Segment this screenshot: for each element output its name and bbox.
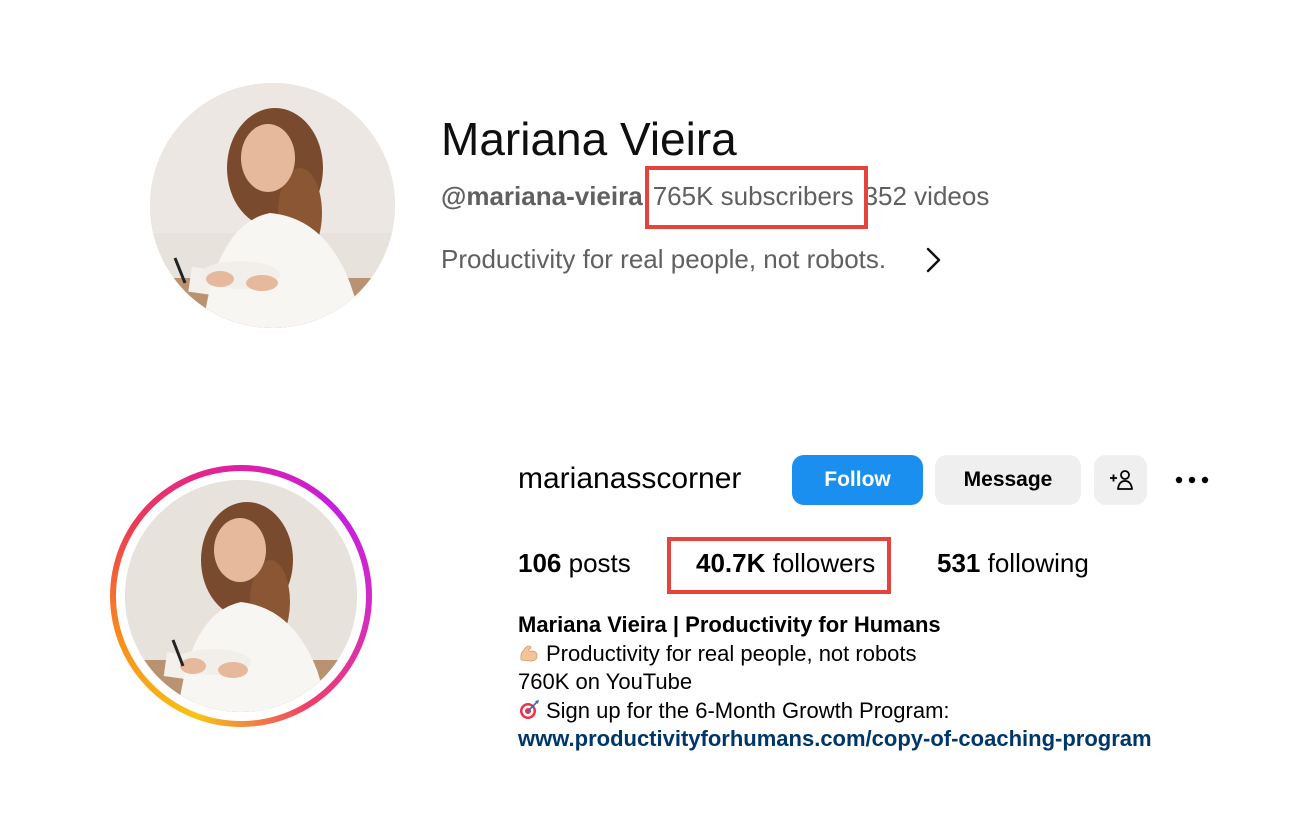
subscribers-highlight-box xyxy=(645,166,868,229)
posts-label: posts xyxy=(568,548,631,578)
channel-handle[interactable]: @mariana-vieira xyxy=(441,181,643,211)
direct-hit-emoji xyxy=(518,699,540,721)
bio-line-3: Sign up for the 6-Month Growth Program: xyxy=(518,697,1152,726)
follow-button[interactable]: Follow xyxy=(792,455,923,505)
bio-line-1: Productivity for real people, not robots xyxy=(518,640,1152,669)
youtube-avatar[interactable] xyxy=(150,83,395,328)
profile-photo xyxy=(150,83,395,328)
followers-highlight-box xyxy=(667,537,891,594)
instagram-avatar[interactable] xyxy=(125,480,357,712)
channel-description[interactable]: Productivity for real people, not robots… xyxy=(441,244,886,275)
more-options-icon[interactable] xyxy=(1172,470,1212,490)
bio-line-2: 760K on YouTube xyxy=(518,669,693,694)
channel-name: Mariana Vieira xyxy=(441,113,737,165)
profile-photo xyxy=(125,480,357,712)
posts-count: 106 xyxy=(518,548,562,578)
chevron-right-icon[interactable] xyxy=(918,244,948,276)
posts-stat: 106 posts xyxy=(518,548,631,579)
bio-link[interactable]: www.productivityforhumans.com/copy-of-co… xyxy=(518,725,1152,754)
bio-name: Mariana Vieira | Productivity for Humans xyxy=(518,612,941,637)
profile-bio: Mariana Vieira | Productivity for Humans… xyxy=(518,611,1152,754)
add-user-icon xyxy=(1109,470,1133,490)
instagram-username: marianasscorner xyxy=(518,462,742,495)
video-count: 352 videos xyxy=(863,181,990,211)
following-stat[interactable]: 531 following xyxy=(937,548,1089,579)
add-user-button[interactable] xyxy=(1094,455,1147,505)
message-button[interactable]: Message xyxy=(935,455,1081,505)
bio-line-1-text: Productivity for real people, not robots xyxy=(546,640,917,666)
flexed-biceps-emoji xyxy=(518,642,540,664)
following-count: 531 xyxy=(937,548,981,578)
bio-line-3-text: Sign up for the 6-Month Growth Program: xyxy=(546,697,950,723)
following-label: following xyxy=(987,548,1089,578)
